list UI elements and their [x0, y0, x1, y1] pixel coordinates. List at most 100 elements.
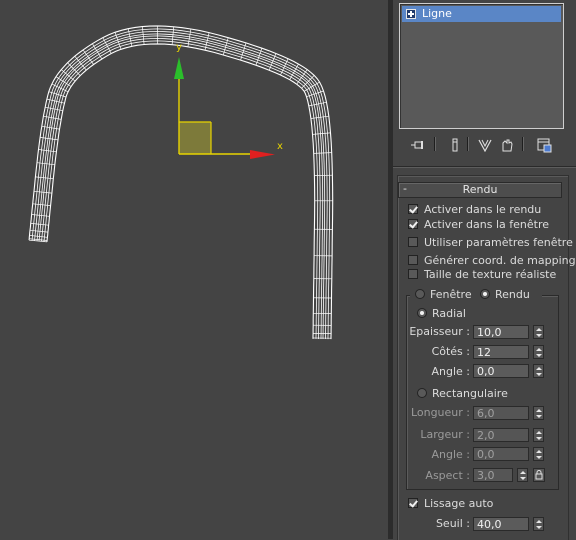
longueur-spinner[interactable] — [533, 406, 544, 420]
radio-fenetre[interactable]: Fenêtre — [415, 288, 470, 302]
radio-radial[interactable]: Radial — [417, 307, 497, 321]
gizmo-plane-handle[interactable] — [179, 122, 211, 154]
angle-radial-input[interactable] — [473, 364, 529, 378]
pin-stack-button[interactable] — [409, 136, 429, 154]
rollout-header[interactable]: Rendu - — [398, 182, 562, 198]
spinner-down-icon[interactable] — [536, 437, 542, 440]
radio-button[interactable] — [417, 308, 427, 318]
spinner-down-icon[interactable] — [536, 334, 542, 337]
radio-label: Rendu — [495, 288, 530, 302]
spinner-down-icon[interactable] — [536, 373, 542, 376]
show-end-result-button[interactable] — [445, 136, 465, 154]
seuil-spinner[interactable] — [533, 517, 544, 531]
radio-label: Fenêtre — [430, 288, 472, 302]
radio-rendu[interactable]: Rendu — [480, 288, 535, 302]
spinner-up-icon[interactable] — [536, 409, 542, 412]
checkbox-lissage-auto[interactable]: Lissage auto — [408, 497, 528, 511]
aspect-label: Aspect : — [408, 469, 470, 483]
radio-button[interactable] — [480, 289, 490, 299]
seuil-label: Seuil : — [408, 517, 470, 531]
tube-edge-line — [37, 34, 325, 339]
spinner-up-icon[interactable] — [536, 348, 542, 351]
spinner-up-icon[interactable] — [536, 367, 542, 370]
tube-edge-line — [44, 41, 318, 339]
longueur-input[interactable] — [473, 406, 529, 420]
panel-divider — [393, 166, 576, 168]
tube-edge-line — [47, 44, 315, 339]
radio-button[interactable] — [417, 388, 427, 398]
checkbox-label: Lissage auto — [424, 497, 493, 511]
toolbar-separator — [522, 137, 524, 151]
tube-ring-line — [83, 50, 94, 65]
spinner-down-icon[interactable] — [536, 354, 542, 357]
cotes-input[interactable] — [473, 345, 529, 359]
epaisseur-spinner[interactable] — [533, 325, 544, 339]
checkbox-generer-coord-mapping[interactable]: Générer coord. de mapping — [408, 254, 568, 268]
remove-modifier-button[interactable] — [497, 136, 517, 154]
largeur-spinner[interactable] — [533, 428, 544, 442]
spinner-down-icon[interactable] — [536, 415, 542, 418]
checkbox-box[interactable] — [408, 498, 418, 508]
spinner-up-icon[interactable] — [536, 431, 542, 434]
viewport[interactable]: y x — [0, 0, 388, 539]
spinner-down-icon[interactable] — [536, 526, 542, 529]
checkbox-box[interactable] — [408, 219, 418, 229]
expand-plus-icon[interactable] — [406, 9, 416, 19]
seuil-input[interactable] — [473, 517, 529, 531]
tube-ring-line — [92, 44, 102, 59]
tube-edge-line — [39, 36, 323, 339]
epaisseur-input[interactable] — [473, 325, 529, 339]
tube-ring-line — [297, 70, 308, 85]
configure-modifier-sets-button[interactable] — [534, 136, 554, 154]
modifier-stack-item-ligne[interactable]: Ligne — [402, 6, 561, 22]
checkbox-box[interactable] — [408, 255, 418, 265]
transform-gizmo[interactable]: y x — [174, 42, 283, 159]
spinner-up-icon[interactable] — [536, 328, 542, 331]
cotes-spinner[interactable] — [533, 345, 544, 359]
checkbox-activer-fenetre[interactable]: Activer dans la fenêtre — [408, 218, 558, 232]
tube-edge-line — [42, 38, 321, 339]
aspect-lock-button[interactable] — [533, 468, 545, 482]
toolbar-separator — [467, 137, 469, 151]
y-arrow-icon[interactable] — [174, 57, 184, 79]
rollout-collapse-toggle[interactable]: - — [403, 182, 407, 195]
configure-modifier-sets-icon — [536, 137, 552, 153]
spinner-up-icon[interactable] — [536, 520, 542, 523]
checkbox-label: Utiliser paramètres fenêtre — [424, 236, 573, 250]
longueur-label: Longueur : — [408, 406, 470, 420]
checkbox-box[interactable] — [408, 269, 418, 279]
checkbox-activer-rendu[interactable]: Activer dans le rendu — [408, 203, 558, 217]
lock-icon — [535, 470, 543, 480]
spinner-up-icon[interactable] — [520, 471, 526, 474]
checkbox-label: Générer coord. de mapping — [424, 254, 576, 268]
angle-rect-input[interactable] — [473, 447, 529, 461]
make-unique-icon — [477, 138, 493, 152]
spinner-up-icon[interactable] — [536, 450, 542, 453]
tube-ring-line — [56, 77, 71, 87]
angle-radial-spinner[interactable] — [533, 364, 544, 378]
rollout-title: Rendu — [399, 183, 561, 197]
epaisseur-label: Epaisseur : — [408, 325, 470, 339]
checkbox-box[interactable] — [408, 204, 418, 214]
spinner-down-icon[interactable] — [520, 477, 526, 480]
aspect-spinner[interactable] — [517, 468, 528, 482]
angle-rect-spinner[interactable] — [533, 447, 544, 461]
checkbox-label: Activer dans la fenêtre — [424, 218, 549, 232]
checkbox-utiliser-parametres-fenetre[interactable]: Utiliser paramètres fenêtre — [408, 236, 568, 250]
checkbox-label: Activer dans le rendu — [424, 203, 541, 217]
modifier-stack-list[interactable]: Ligne — [399, 3, 564, 129]
x-axis-label: x — [277, 141, 283, 152]
radio-button[interactable] — [415, 289, 425, 299]
aspect-input[interactable] — [473, 468, 513, 482]
viewport-canvas[interactable]: y x — [0, 0, 388, 539]
y-axis-label: y — [176, 42, 182, 53]
checkbox-taille-texture-realiste[interactable]: Taille de texture réaliste — [408, 268, 568, 282]
make-unique-button[interactable] — [475, 136, 495, 154]
radio-label: Rectangulaire — [432, 387, 508, 401]
radio-rectangulaire[interactable]: Rectangulaire — [417, 387, 527, 401]
spinner-down-icon[interactable] — [536, 456, 542, 459]
largeur-input[interactable] — [473, 428, 529, 442]
checkbox-box[interactable] — [408, 237, 418, 247]
x-arrow-icon[interactable] — [250, 150, 275, 159]
mode-radio-group: Fenêtre Rendu — [410, 288, 542, 302]
